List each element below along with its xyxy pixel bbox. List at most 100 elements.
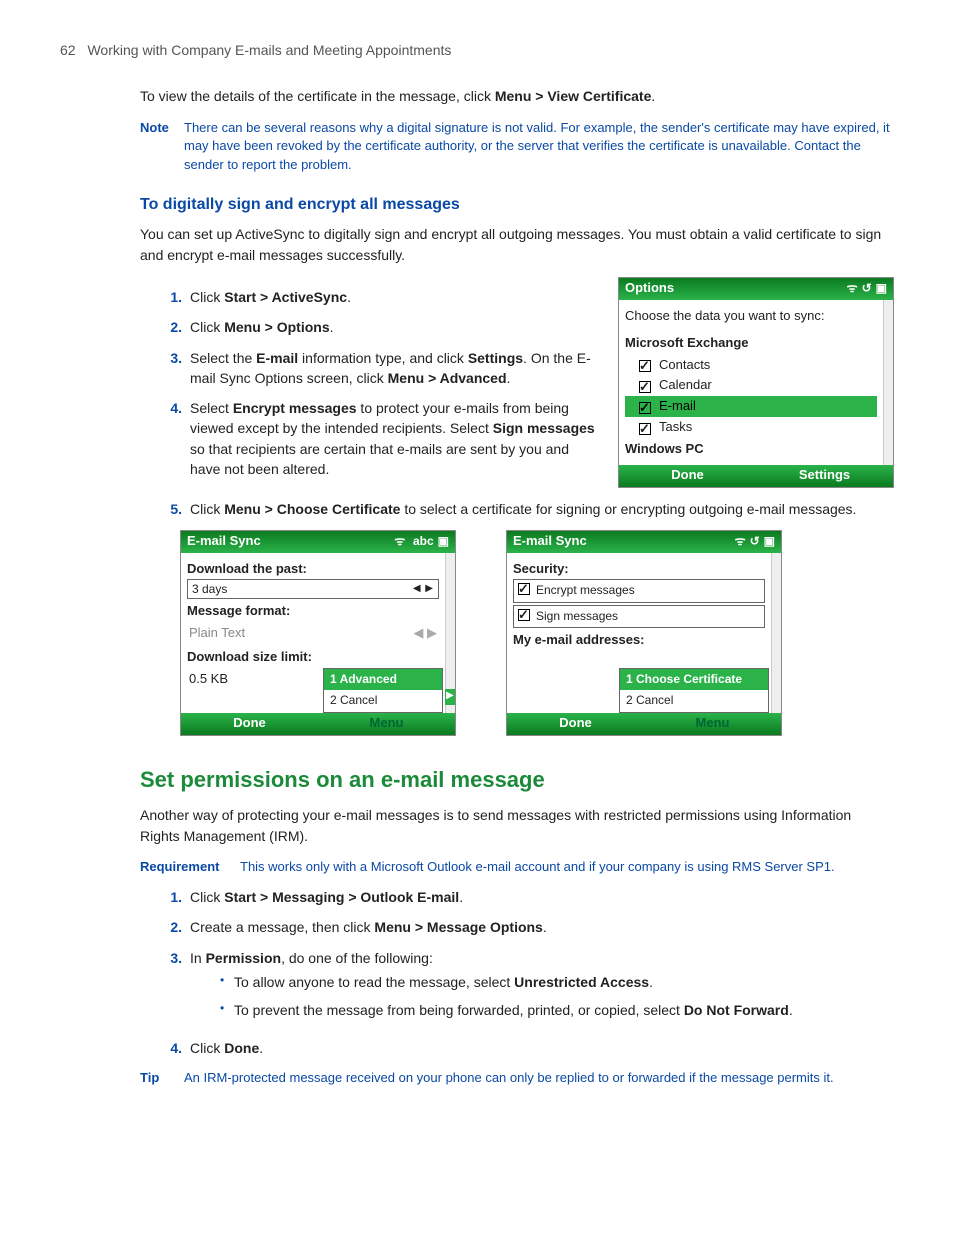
label: Sign messages [536, 609, 618, 623]
field-label: Download the past: [187, 560, 439, 579]
text: so that recipients are certain that e-ma… [190, 441, 569, 477]
sync-item-contacts[interactable]: Contacts [625, 355, 877, 376]
command: Menu > Choose Certificate [224, 501, 400, 517]
field-label: Message format: [187, 602, 439, 621]
command: Menu > Advanced [388, 370, 507, 386]
sync-item-email[interactable]: E-mail [625, 396, 877, 417]
step-number: 1. [160, 887, 182, 907]
checkbox-icon[interactable] [639, 381, 651, 393]
softkey-bar: Done Settings [619, 465, 893, 487]
checkbox-icon[interactable] [518, 609, 530, 621]
step-number: 2. [160, 317, 182, 337]
chapter-title: Working with Company E-mails and Meeting… [87, 42, 451, 58]
softkey-done[interactable]: Done [181, 714, 318, 733]
signal-icon: ᯤ [394, 534, 405, 548]
scrollbar[interactable] [771, 553, 781, 713]
sync-icon: ↺ [750, 534, 760, 548]
status-icons: ᯤ↺▣ [843, 279, 887, 298]
popup-menu: 1 Choose Certificate 2 Cancel [619, 668, 769, 713]
screenshot-email-sync-left: E-mail Sync ᯤ abc▣ Download the past: 3 … [180, 530, 456, 736]
softkey-bar: Done Menu [181, 713, 455, 735]
softkey-menu[interactable]: Menu [318, 714, 455, 733]
command: Start > Messaging > Outlook E-mail [224, 889, 459, 905]
spinner-arrows-icon[interactable]: ◀ ▶ [413, 582, 434, 597]
text: information type, and click [298, 350, 468, 366]
dropdown-message-format[interactable]: Plain Text ◀ ▶ [187, 622, 439, 645]
bullet-icon: • [220, 972, 234, 992]
page-content: To view the details of the certificate i… [140, 86, 894, 1087]
steps-list-1: 1. Click Start > ActiveSync. 2. Click Me… [160, 287, 600, 479]
softkey-menu[interactable]: Menu [644, 714, 781, 733]
step-number: 4. [160, 1038, 182, 1058]
softkey-done[interactable]: Done [507, 714, 644, 733]
checkbox-icon[interactable] [639, 360, 651, 372]
window-title: Options [625, 279, 674, 298]
window-title: E-mail Sync [513, 532, 587, 551]
text: . [330, 319, 334, 335]
step: 4. Click Done. [160, 1038, 894, 1058]
dropdown-download-past[interactable]: 3 days◀ ▶ [187, 579, 439, 599]
menu-expand-icon[interactable]: ▶ [445, 689, 455, 705]
term: Sign messages [493, 420, 595, 436]
bullet: •To allow anyone to read the message, se… [220, 972, 894, 992]
battery-icon: ▣ [764, 534, 775, 548]
requirement-text: This works only with a Microsoft Outlook… [240, 858, 894, 877]
group-title: Windows PC [625, 440, 877, 459]
step: 4. Select Encrypt messages to protect yo… [160, 398, 600, 479]
checkbox-icon[interactable] [639, 423, 651, 435]
menu-path: Menu > View Certificate [495, 88, 652, 104]
status-icons: ᯤ abc▣ [390, 532, 449, 551]
term: E-mail [256, 350, 298, 366]
text: In [190, 950, 206, 966]
text: . [347, 289, 351, 305]
text: To prevent the message from being forwar… [234, 1002, 684, 1018]
text: To allow anyone to read the message, sel… [234, 974, 514, 990]
softkey-settings[interactable]: Settings [756, 466, 893, 485]
signal-icon: ᯤ [847, 281, 858, 295]
menu-item-cancel[interactable]: 2 Cancel [620, 690, 768, 711]
text: Click [190, 319, 224, 335]
sync-item-tasks[interactable]: Tasks [625, 417, 877, 438]
menu-item-choose-certificate[interactable]: 1 Choose Certificate [620, 669, 768, 690]
note-text: There can be several reasons why a digit… [184, 119, 894, 176]
text: . [459, 889, 463, 905]
step: 2. Click Menu > Options. [160, 317, 600, 337]
command: Start > ActiveSync [224, 289, 347, 305]
bullet: •To prevent the message from being forwa… [220, 1000, 894, 1020]
menu-item-advanced[interactable]: 1 Advanced [324, 669, 442, 690]
field-label: Security: [513, 560, 765, 579]
page-number: 62 [60, 42, 76, 58]
text: , do one of the following: [281, 950, 433, 966]
requirement-label: Requirement [140, 858, 240, 877]
step: 1. Click Start > ActiveSync. [160, 287, 600, 307]
text: Create a message, then click [190, 919, 374, 935]
term: Do Not Forward [684, 1002, 789, 1018]
group-title: Microsoft Exchange [625, 334, 877, 353]
command: Menu > Options [224, 319, 329, 335]
requirement-block: Requirement This works only with a Micro… [140, 858, 894, 877]
step-number: 3. [160, 348, 182, 389]
softkey-done[interactable]: Done [619, 466, 756, 485]
window-title: E-mail Sync [187, 532, 261, 551]
steps-list-2: 1. Click Start > Messaging > Outlook E-m… [160, 887, 894, 1059]
sync-item-calendar[interactable]: Calendar [625, 375, 877, 396]
tip-label: Tip [140, 1069, 184, 1088]
spinner-arrows-icon[interactable]: ◀ ▶ [413, 624, 437, 643]
checkbox-encrypt[interactable]: Encrypt messages [513, 579, 765, 602]
label: Tasks [659, 418, 692, 437]
sync-icon: ↺ [862, 281, 872, 295]
checkbox-icon[interactable] [639, 402, 651, 414]
field-label: Download size limit: [187, 648, 439, 667]
label: Calendar [659, 376, 712, 395]
step: 3. In Permission, do one of the followin… [160, 948, 894, 1029]
checkbox-icon[interactable] [518, 583, 530, 595]
menu-item-cancel[interactable]: 2 Cancel [324, 690, 442, 711]
dropdown-value: Plain Text [189, 624, 245, 643]
label: Contacts [659, 356, 710, 375]
step: 5. Click Menu > Choose Certificate to se… [160, 499, 894, 519]
checkbox-sign[interactable]: Sign messages [513, 605, 765, 628]
scrollbar[interactable] [883, 300, 893, 465]
input-mode-indicator: abc [413, 534, 434, 548]
text: . [543, 919, 547, 935]
text: Click [190, 501, 224, 517]
